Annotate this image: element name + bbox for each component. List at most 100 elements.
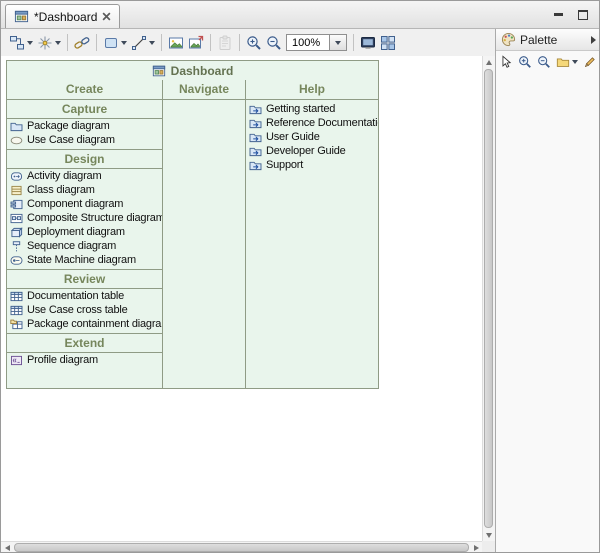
chevron-down-icon[interactable] xyxy=(149,41,155,45)
vertical-scrollbar-thumb[interactable] xyxy=(484,69,493,528)
wizard-icon xyxy=(37,35,53,51)
minimize-icon[interactable] xyxy=(553,8,565,20)
zoom-combo-dropdown[interactable] xyxy=(330,34,347,51)
insert-image-button[interactable] xyxy=(166,32,186,54)
chevron-down-icon xyxy=(335,41,341,45)
extend-section: Extend Profile diagram xyxy=(7,333,162,369)
dashboard-title: Dashboard xyxy=(7,61,378,80)
tab-close-icon[interactable] xyxy=(102,12,111,21)
class-diagram-icon xyxy=(10,185,23,196)
help-item-reference-documentation[interactable]: Reference Documentation xyxy=(246,116,378,130)
review-section: Review Documentation table Use Case cros… xyxy=(7,269,162,333)
zoom-out-icon xyxy=(266,35,282,51)
screenshot-button[interactable] xyxy=(358,32,378,54)
new-diagram-icon xyxy=(9,35,25,51)
zoom-out-icon xyxy=(537,55,551,69)
use-case-diagram-icon xyxy=(10,135,23,146)
link-button[interactable] xyxy=(72,32,92,54)
tab-dashboard[interactable]: *Dashboard xyxy=(5,4,120,28)
item-activity-diagram[interactable]: Activity diagram xyxy=(7,169,162,183)
new-diagram-button[interactable] xyxy=(7,32,35,54)
item-use-case-diagram[interactable]: Use Case diagram xyxy=(7,133,162,147)
horizontal-scrollbar-thumb[interactable] xyxy=(14,543,469,552)
edit-tool-button[interactable] xyxy=(582,54,600,70)
window-buttons xyxy=(553,8,589,20)
palette-panel: Palette xyxy=(495,29,600,552)
overview-button[interactable] xyxy=(378,32,398,54)
item-component-diagram[interactable]: Component diagram xyxy=(7,197,162,211)
item-state-machine-diagram[interactable]: State Machine diagram xyxy=(7,253,162,267)
scroll-right-icon[interactable] xyxy=(470,542,482,553)
item-label: Composite Structure diagram xyxy=(27,212,162,224)
item-sequence-diagram[interactable]: Sequence diagram xyxy=(7,239,162,253)
design-section: Design Activity diagram Class diagram Co… xyxy=(7,149,162,269)
zoom-level-combo[interactable]: 100% xyxy=(286,34,347,51)
shape-tool-button[interactable] xyxy=(101,32,129,54)
help-item-developer-guide[interactable]: Developer Guide xyxy=(246,144,378,158)
item-profile-diagram[interactable]: Profile diagram xyxy=(7,353,162,367)
zoom-in-icon xyxy=(246,35,262,51)
zoom-level-value[interactable]: 100% xyxy=(286,34,330,51)
item-label: Package containment diagram xyxy=(27,318,162,330)
horizontal-scrollbar[interactable] xyxy=(1,541,482,553)
item-label: Reference Documentation xyxy=(266,117,378,129)
create-column: Create Capture Package diagram Use Case … xyxy=(7,80,162,388)
select-tool-button[interactable] xyxy=(498,54,514,70)
diagram-canvas[interactable]: Dashboard Create Capture Package diagram… xyxy=(1,56,482,541)
link-icon xyxy=(74,35,90,51)
item-package-diagram[interactable]: Package diagram xyxy=(7,119,162,133)
dashboard-columns: Create Capture Package diagram Use Case … xyxy=(7,80,378,388)
scroll-left-icon[interactable] xyxy=(1,542,13,553)
pencil-tool-icon xyxy=(583,55,597,69)
palette-header[interactable]: Palette xyxy=(496,29,600,51)
help-item-getting-started[interactable]: Getting started xyxy=(246,102,378,116)
package-containment-diagram-icon xyxy=(10,319,23,330)
wizard-button[interactable] xyxy=(35,32,63,54)
palette-collapse-icon[interactable] xyxy=(591,36,596,44)
deployment-diagram-icon xyxy=(10,227,23,238)
toolbar-separator xyxy=(239,34,240,51)
item-package-containment-diagram[interactable]: Package containment diagram xyxy=(7,317,162,331)
insert-image-icon xyxy=(168,35,184,51)
help-item-user-guide[interactable]: User Guide xyxy=(246,130,378,144)
item-documentation-table[interactable]: Documentation table xyxy=(7,289,162,303)
palette-title: Palette xyxy=(520,33,557,47)
item-label: Class diagram xyxy=(27,184,95,196)
palette-zoom-out-button[interactable] xyxy=(536,54,552,70)
zoom-in-button[interactable] xyxy=(244,32,264,54)
screenshot-icon xyxy=(360,35,376,51)
item-deployment-diagram[interactable]: Deployment diagram xyxy=(7,225,162,239)
toolbar-separator xyxy=(210,34,211,51)
chevron-down-icon[interactable] xyxy=(27,41,33,45)
item-label: User Guide xyxy=(266,131,320,143)
scrollbar-corner xyxy=(482,541,495,553)
palette-zoom-in-button[interactable] xyxy=(517,54,533,70)
composite-structure-diagram-icon xyxy=(10,213,23,224)
dashboard-widget: Dashboard Create Capture Package diagram… xyxy=(6,60,379,389)
help-folder-icon xyxy=(249,160,262,171)
navigate-header: Navigate xyxy=(163,80,245,100)
toolbar-separator xyxy=(96,34,97,51)
vertical-scrollbar[interactable] xyxy=(482,56,495,541)
paste-button[interactable] xyxy=(215,32,235,54)
zoom-out-button[interactable] xyxy=(264,32,284,54)
scroll-down-icon[interactable] xyxy=(483,529,495,541)
help-item-support[interactable]: Support xyxy=(246,158,378,172)
export-image-button[interactable] xyxy=(186,32,206,54)
item-class-diagram[interactable]: Class diagram xyxy=(7,183,162,197)
scroll-up-icon[interactable] xyxy=(483,56,495,68)
chevron-down-icon[interactable] xyxy=(121,41,127,45)
item-composite-structure-diagram[interactable]: Composite Structure diagram xyxy=(7,211,162,225)
item-use-case-cross-table[interactable]: Use Case cross table xyxy=(7,303,162,317)
shape-tool-icon xyxy=(103,35,119,51)
maximize-icon[interactable] xyxy=(577,8,589,20)
editor-tab-bar: *Dashboard xyxy=(1,1,599,29)
capture-section: Capture Package diagram Use Case diagram xyxy=(7,100,162,149)
chevron-down-icon[interactable] xyxy=(55,41,61,45)
note-tool-button[interactable] xyxy=(555,54,579,70)
item-label: Use Case cross table xyxy=(27,304,128,316)
toolbar-separator xyxy=(353,34,354,51)
help-column: Help Getting started Reference Documenta… xyxy=(246,80,378,388)
export-image-icon xyxy=(188,35,204,51)
connection-tool-button[interactable] xyxy=(129,32,157,54)
